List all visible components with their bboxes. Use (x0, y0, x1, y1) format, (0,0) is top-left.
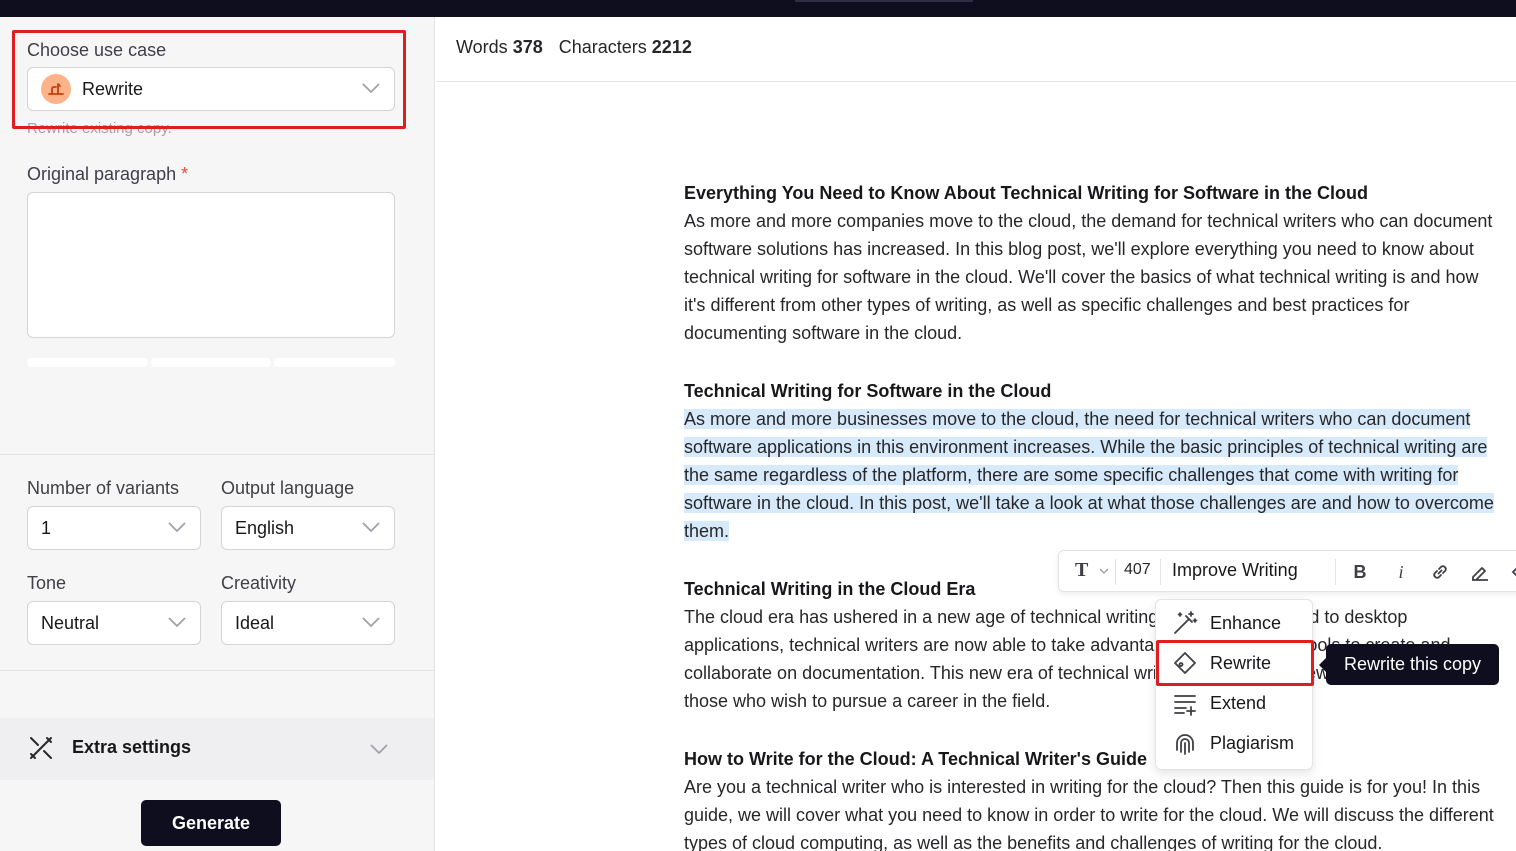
fingerprint-icon (1176, 734, 1194, 755)
annotation-highlight-use-case (12, 30, 406, 129)
section-heading: How to Write for the Cloud: A Technical … (684, 749, 1147, 769)
original-paragraph-input[interactable] (27, 192, 395, 338)
language-select[interactable]: English (221, 506, 395, 550)
chevron-left-icon[interactable] (1505, 561, 1516, 583)
section-paragraph: Are you a technical writer who is intere… (684, 777, 1494, 851)
section-divider (0, 670, 434, 671)
chevron-down-icon (168, 617, 186, 628)
character-count: 2212 (651, 37, 692, 57)
text-style-button[interactable]: T (1075, 559, 1088, 582)
header-divider (436, 81, 1516, 82)
chevron-down-icon (168, 522, 186, 533)
extra-settings-label: Extra settings (72, 737, 192, 757)
tone-value: Neutral (41, 612, 100, 633)
annotation-highlight-rewrite (1156, 640, 1314, 686)
required-mark: * (181, 164, 189, 184)
creativity-select[interactable]: Ideal (221, 601, 395, 645)
selection-count: 407 (1124, 561, 1151, 578)
formatting-toolbar: T 407 Improve Writing B i (1058, 550, 1516, 592)
length-indicator (27, 358, 396, 367)
menu-item-enhance[interactable]: Enhance (1156, 605, 1312, 641)
creativity-label: Creativity (221, 573, 297, 593)
tools-icon (30, 737, 52, 759)
improve-writing-button[interactable]: Improve Writing (1172, 560, 1298, 581)
variants-label: Number of variants (27, 478, 180, 498)
menu-item-extend[interactable]: Extend (1156, 685, 1312, 721)
selected-paragraph: As more and more businesses move to the … (684, 409, 1494, 541)
tone-select[interactable]: Neutral (27, 601, 201, 645)
extra-settings-toggle[interactable]: Extra settings (0, 718, 434, 780)
creativity-value: Ideal (235, 612, 275, 633)
tone-label: Tone (27, 573, 67, 593)
menu-item-plagiarism[interactable]: Plagiarism (1156, 725, 1312, 761)
chevron-down-icon (362, 522, 380, 533)
word-char-counter: Words 378 Characters 2212 (456, 37, 692, 57)
section-heading: Everything You Need to Know About Techni… (684, 183, 1369, 203)
generate-button[interactable]: Generate (141, 800, 281, 846)
rewrite-tooltip: Rewrite this copy (1319, 644, 1499, 685)
section-paragraph: As more and more companies move to the c… (684, 211, 1493, 343)
variants-value: 1 (41, 517, 52, 538)
word-count: 378 (512, 37, 543, 57)
magic-wand-icon (1174, 611, 1198, 634)
top-bar (0, 0, 1516, 17)
language-label: Output language (221, 478, 355, 498)
link-icon[interactable] (1429, 561, 1451, 583)
variants-select[interactable]: 1 (27, 506, 201, 550)
chevron-down-icon (370, 744, 388, 755)
list-add-icon (1174, 695, 1196, 716)
top-bar-indicator (795, 0, 973, 2)
original-paragraph-label: Original paragraph * (27, 164, 189, 184)
section-divider (0, 454, 434, 455)
italic-icon[interactable]: i (1390, 561, 1412, 583)
chevron-down-icon (1099, 568, 1109, 574)
chevron-down-icon (362, 617, 380, 628)
section-heading: Technical Writing for Software in the Cl… (684, 381, 1052, 401)
bold-icon[interactable]: B (1349, 561, 1371, 583)
language-value: English (235, 517, 295, 538)
highlight-icon[interactable] (1469, 561, 1491, 583)
document-body[interactable]: Everything You Need to Know About Techni… (684, 179, 1504, 851)
settings-sidebar: Choose use case Rewrite existing copy. R… (0, 17, 435, 851)
